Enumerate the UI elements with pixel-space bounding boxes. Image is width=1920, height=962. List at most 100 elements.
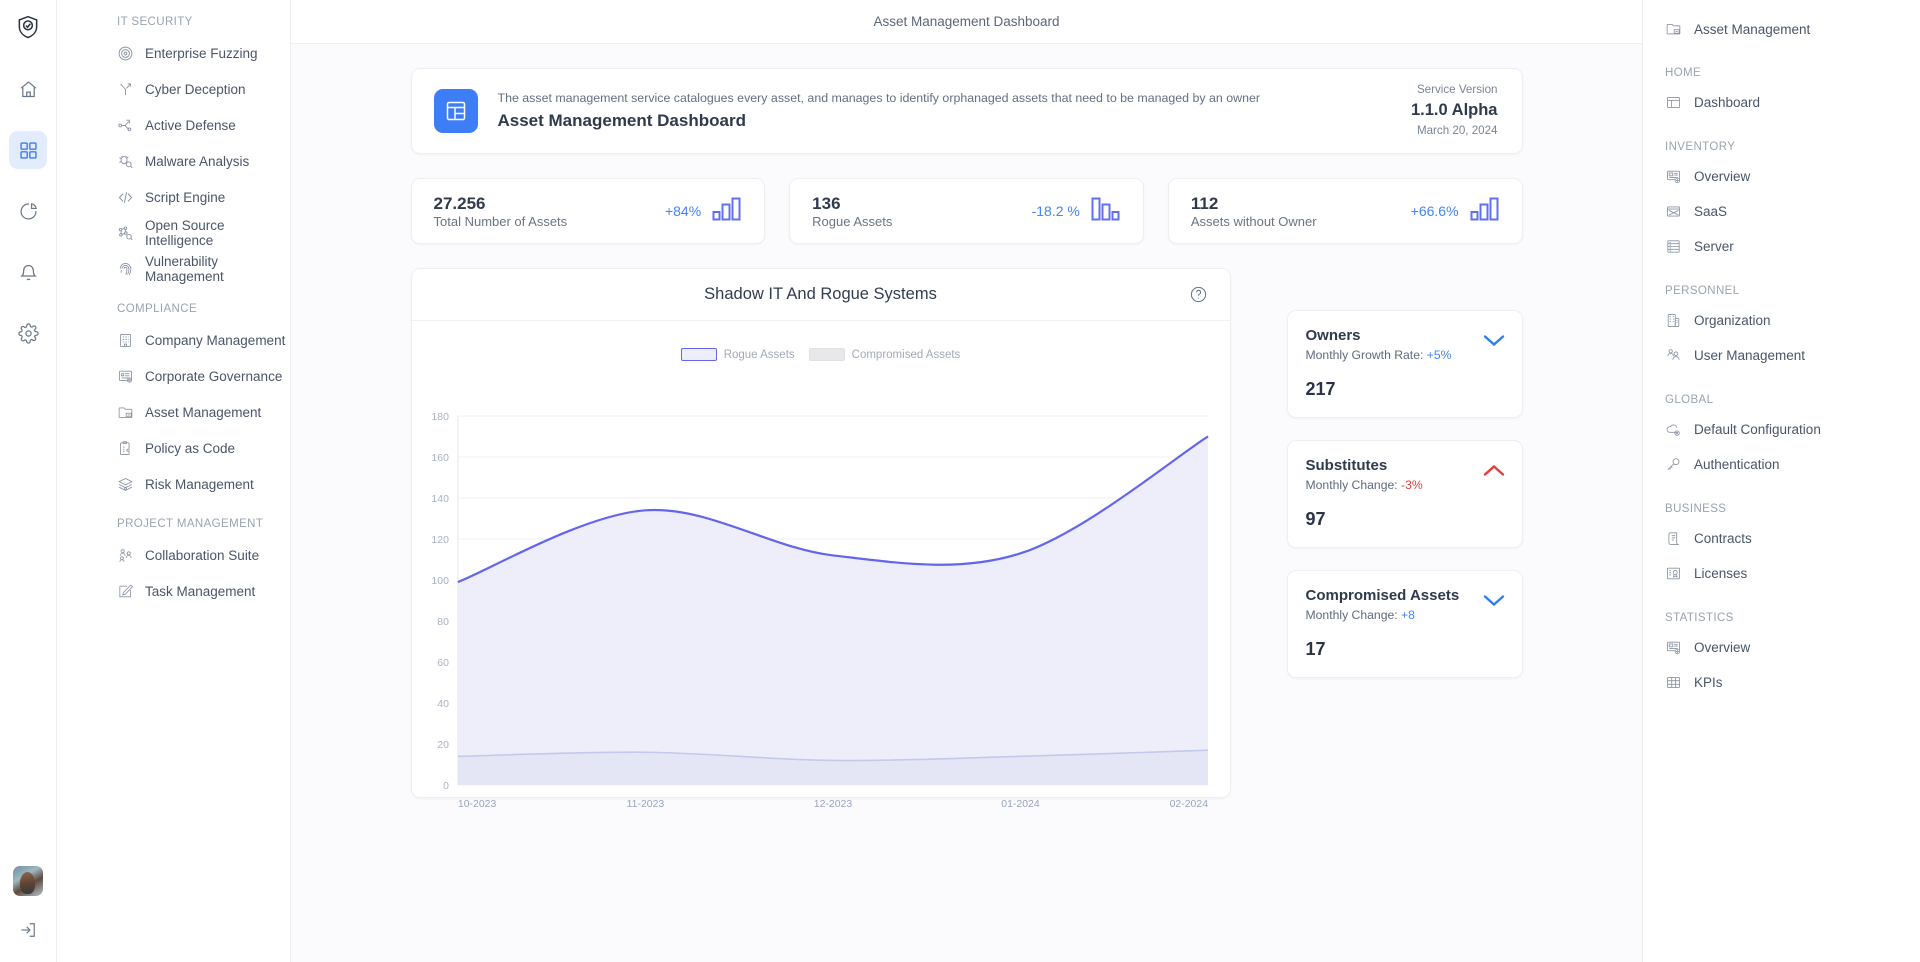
rightnav-item-inventory-overview[interactable]: Overview — [1643, 159, 1920, 194]
rightnav-group-title: BUSINESS — [1643, 503, 1920, 515]
sidebar-item-label: Collaboration Suite — [145, 548, 259, 563]
dashboard-layout-icon — [434, 89, 478, 133]
side-card-substitutes[interactable]: Substitutes Monthly Change: -3% 97 — [1287, 440, 1523, 548]
legend-item-compromised-assets[interactable]: Compromised Assets — [809, 348, 961, 361]
rail-item-notifications[interactable] — [9, 253, 47, 291]
rightnav-brand[interactable]: Asset Management — [1643, 12, 1920, 46]
side-card-compromised-assets[interactable]: Compromised Assets Monthly Change: +8 17 — [1287, 570, 1523, 678]
sidebar-item-enterprise-fuzzing[interactable]: Enterprise Fuzzing — [57, 35, 290, 71]
clipboard-code-icon — [117, 440, 134, 457]
sidebar-item-label: Corporate Governance — [145, 369, 282, 384]
sidebar-item-cyber-deception[interactable]: Cyber Deception — [57, 71, 290, 107]
branch-arrow-icon — [117, 81, 134, 98]
chevron-down-icon[interactable] — [1482, 333, 1506, 353]
rail-item-analytics[interactable] — [9, 192, 47, 230]
chevron-up-icon[interactable] — [1482, 463, 1506, 483]
kpi-label: Assets without Owner — [1191, 214, 1317, 229]
kpi-delta: +84% — [665, 203, 701, 219]
edit-square-icon — [117, 583, 134, 600]
rightnav-item-label: Licenses — [1694, 566, 1747, 581]
chevron-down-icon[interactable] — [1482, 593, 1506, 613]
x-tick-label: 02-2024 — [1169, 799, 1208, 810]
side-card-sub-label: Monthly Growth Rate: — [1306, 348, 1424, 362]
rightnav-item-contracts[interactable]: Contracts — [1643, 521, 1920, 556]
rightnav-group-title: GLOBAL — [1643, 394, 1920, 406]
rightnav-item-saas[interactable]: SaaS — [1643, 194, 1920, 229]
sidebar-item-label: Active Defense — [145, 118, 236, 133]
sidebar-item-label: Task Management — [145, 584, 255, 599]
rail-item-home[interactable] — [9, 70, 47, 108]
rightnav-item-organization[interactable]: Organization — [1643, 303, 1920, 338]
banner-title: Asset Management Dashboard — [498, 111, 1391, 131]
sidebar-item-label: Open Source Intelligence — [145, 218, 290, 248]
rightnav-item-dashboard[interactable]: Dashboard — [1643, 85, 1920, 120]
kpi-label: Rogue Assets — [812, 214, 892, 229]
side-card-sub-value: +5% — [1427, 348, 1452, 362]
rightnav-item-kpis[interactable]: KPIs — [1643, 665, 1920, 700]
sidebar-item-policy-as-code[interactable]: Policy as Code — [57, 430, 290, 466]
content-area: The asset management service catalogues … — [291, 44, 1642, 962]
bug-search-icon — [117, 153, 134, 170]
kpi-value: 27.256 — [434, 193, 568, 214]
rightnav-item-user-management[interactable]: User Management — [1643, 338, 1920, 373]
y-tick-label: 180 — [431, 412, 449, 423]
nav-group-title: IT SECURITY — [57, 16, 290, 28]
rightnav-item-label: Organization — [1694, 313, 1771, 328]
key-icon — [1665, 456, 1682, 473]
rightnav-item-server[interactable]: Server — [1643, 229, 1920, 264]
y-tick-label: 120 — [431, 535, 449, 546]
right-navigation: Asset Management HOME Dashboard INVENTOR… — [1642, 0, 1920, 962]
help-circle-icon[interactable] — [1189, 285, 1208, 309]
sidebar-item-label: Policy as Code — [145, 441, 235, 456]
y-tick-label: 20 — [437, 740, 449, 751]
rightnav-item-label: Authentication — [1694, 457, 1780, 472]
avatar[interactable] — [13, 866, 43, 896]
sidebar-item-malware-analysis[interactable]: Malware Analysis — [57, 143, 290, 179]
y-tick-label: 160 — [431, 453, 449, 464]
users-group-icon — [1665, 347, 1682, 364]
x-tick-label: 12-2023 — [813, 799, 852, 810]
bar-chart-ascending-icon — [1470, 197, 1500, 226]
sidebar-item-collaboration-suite[interactable]: Collaboration Suite — [57, 537, 290, 573]
rightnav-item-default-configuration[interactable]: Default Configuration — [1643, 412, 1920, 447]
sidebar-item-vulnerability-management[interactable]: Vulnerability Management — [57, 251, 290, 287]
rightnav-item-label: Overview — [1694, 640, 1750, 655]
legend-item-rogue-assets[interactable]: Rogue Assets — [681, 348, 795, 361]
top-bar: Asset Management Dashboard — [291, 0, 1642, 44]
sidebar-item-company-management[interactable]: Company Management — [57, 322, 290, 358]
side-card-owners[interactable]: Owners Monthly Growth Rate: +5% 217 — [1287, 310, 1523, 418]
sidebar-item-open-source-intelligence[interactable]: Open Source Intelligence — [57, 215, 290, 251]
sidebar-item-corporate-governance[interactable]: Corporate Governance — [57, 358, 290, 394]
rail-item-settings[interactable] — [9, 314, 47, 352]
sidebar-item-asset-management[interactable]: Asset Management — [57, 394, 290, 430]
sidebar-item-active-defense[interactable]: Active Defense — [57, 107, 290, 143]
kpi-value: 136 — [812, 193, 892, 214]
rightnav-item-label: KPIs — [1694, 675, 1723, 690]
kpi-delta: -18.2 % — [1032, 203, 1080, 219]
shield-check-icon — [11, 10, 45, 44]
kpi-right: +84% — [665, 197, 742, 226]
table-grid-icon — [1665, 674, 1682, 691]
y-tick-label: 40 — [437, 699, 449, 710]
sidebar-item-task-management[interactable]: Task Management — [57, 573, 290, 609]
rightnav-item-licenses[interactable]: Licenses — [1643, 556, 1920, 591]
rightnav-item-authentication[interactable]: Authentication — [1643, 447, 1920, 482]
rail-item-dashboard[interactable] — [9, 131, 47, 169]
x-tick-label: 01-2024 — [1001, 799, 1040, 810]
rightnav-item-statistics-overview[interactable]: Overview — [1643, 630, 1920, 665]
sidebar-item-script-engine[interactable]: Script Engine — [57, 179, 290, 215]
kpi-card-rogue-assets[interactable]: 136 Rogue Assets -18.2 % — [789, 178, 1144, 244]
folder-archive-icon — [1665, 21, 1682, 38]
side-card-sub-value: -3% — [1401, 478, 1423, 492]
sidebar-item-label: Risk Management — [145, 477, 254, 492]
kpi-card-assets-without-owner[interactable]: 112 Assets without Owner +66.6% — [1168, 178, 1523, 244]
kpi-card-total-assets[interactable]: 27.256 Total Number of Assets +84% — [411, 178, 766, 244]
rightnav-item-label: User Management — [1694, 348, 1805, 363]
logout-icon[interactable] — [18, 920, 38, 940]
legend-label: Compromised Assets — [852, 349, 961, 361]
rightnav-group-title: HOME — [1643, 67, 1920, 79]
side-card-title: Compromised Assets — [1306, 587, 1504, 604]
sidebar-item-risk-management[interactable]: Risk Management — [57, 466, 290, 502]
rightnav-brand-label: Asset Management — [1694, 22, 1810, 37]
chart-title: Shadow IT And Rogue Systems — [704, 285, 937, 304]
